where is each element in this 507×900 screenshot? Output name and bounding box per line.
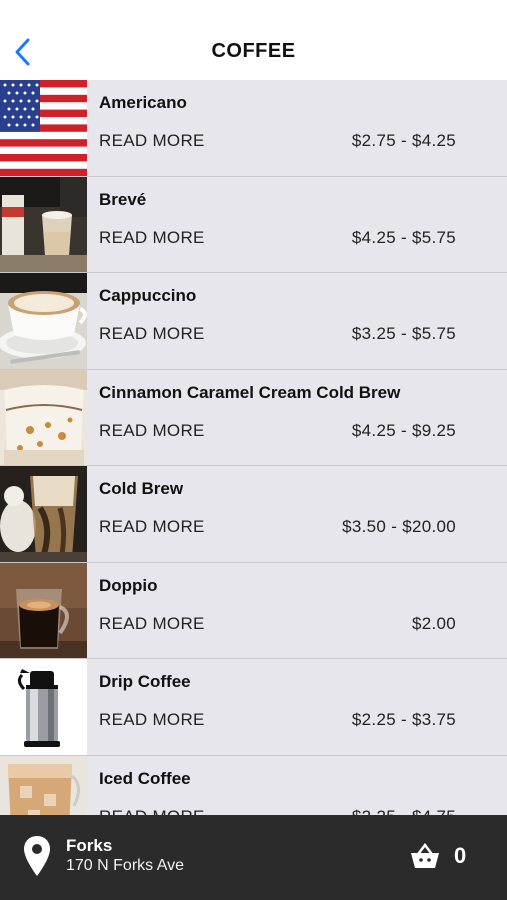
item-price: $3.25 - $5.75 [351,324,456,343]
cart-button[interactable]: 0 [410,843,466,869]
product-image [0,659,87,755]
read-more-link[interactable]: READ MORE [99,131,205,151]
read-more-link[interactable]: READ MORE [99,614,205,634]
item-price: $3.50 - $20.00 [342,517,456,536]
basket-icon [411,843,439,868]
item-name: Cinnamon Caramel Cream Cold Brew [99,382,401,402]
item-name: Americano [99,93,187,112]
product-list[interactable]: Americano READ MORE $2.75 - $4.25 Brevé … [0,80,507,815]
list-item[interactable]: Cinnamon Caramel Cream Cold Brew READ MO… [0,369,507,466]
product-image [0,176,87,272]
map-pin-icon[interactable] [22,835,52,877]
item-price: $2.25 - $3.75 [351,710,456,729]
item-price: $4.25 - $5.75 [351,227,456,247]
product-image [0,369,87,465]
product-image [0,466,87,562]
product-image [0,562,87,658]
location-name: Forks [66,836,113,855]
top-bar: COFFEE [0,0,507,80]
page-title: COFFEE [211,40,296,62]
store-footer: Forks 170 N Forks Ave 0 [0,815,507,900]
read-more-link[interactable]: READ MORE [99,324,205,344]
list-item[interactable]: Iced Coffee READ MORE $2.25 - $4.75 [0,755,507,816]
item-price: $2.75 - $4.25 [351,131,456,150]
read-more-link[interactable]: READ MORE [99,228,205,248]
product-image [0,273,87,369]
cart-count: 0 [454,843,467,868]
location-address: 170 N Forks Ave [66,857,184,874]
item-price: $2.00 [411,613,456,633]
item-name: Drip Coffee [99,672,191,691]
item-name: Cold Brew [99,479,184,498]
read-more-link[interactable]: READ MORE [99,710,205,730]
read-more-link[interactable]: READ MORE [99,421,205,441]
list-item[interactable]: Brevé READ MORE $4.25 - $5.75 [0,176,507,273]
read-more-link[interactable]: READ MORE [99,807,205,816]
product-image [0,755,87,815]
item-name: Doppio [99,575,158,595]
product-image [0,80,87,176]
item-price: $2.25 - $4.75 [352,807,456,816]
list-item[interactable]: Americano READ MORE $2.75 - $4.25 [0,80,507,177]
list-item[interactable]: Cappuccino READ MORE $3.25 - $5.75 [0,273,507,370]
list-item[interactable]: Doppio READ MORE $2.00 [0,562,507,659]
item-name: Cappuccino [99,286,197,305]
list-item[interactable]: Cold Brew READ MORE $3.50 - $20.00 [0,466,507,563]
item-price: $4.25 - $9.25 [351,420,456,440]
item-name: Brevé [99,189,147,209]
item-name: Iced Coffee [99,768,191,788]
read-more-link[interactable]: READ MORE [99,517,205,537]
list-item[interactable]: Drip Coffee READ MORE $2.25 - $3.75 [0,659,507,756]
